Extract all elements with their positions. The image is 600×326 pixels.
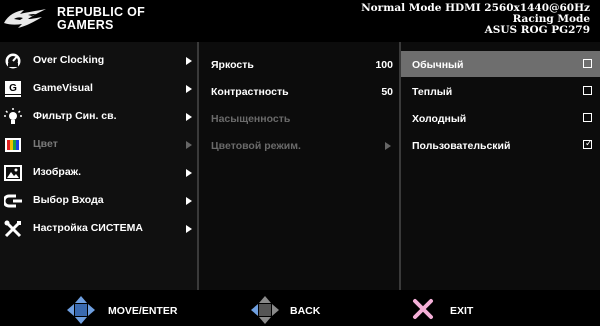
menu-item-label: GameVisual xyxy=(33,82,93,94)
menu-item-label: Over Clocking xyxy=(33,54,105,66)
menu-item-color[interactable]: Цвет xyxy=(0,131,197,159)
exit-label: EXIT xyxy=(450,305,474,317)
checkbox-checked[interactable]: ✓ xyxy=(583,138,593,149)
option-label: Холодный xyxy=(412,113,467,125)
check-icon: ✓ xyxy=(585,138,593,148)
move-enter-button[interactable]: MOVE/ENTER xyxy=(66,292,186,326)
chevron-right-icon xyxy=(186,113,192,121)
option-user[interactable]: Пользовательский ✓ xyxy=(401,132,600,158)
menu-item-input-select[interactable]: Выбор Входа xyxy=(0,187,197,215)
chevron-right-icon xyxy=(186,225,192,233)
chevron-right-icon xyxy=(186,85,192,93)
chevron-right-icon xyxy=(385,142,391,150)
osd-footer: MOVE/ENTER BACK EXIT xyxy=(0,292,600,326)
back-button[interactable]: BACK xyxy=(250,292,340,326)
menu-item-system-setup[interactable]: Настройка СИСТЕМА xyxy=(0,215,197,243)
exit-button[interactable]: EXIT xyxy=(412,292,492,326)
submenu-item-saturation[interactable]: Насыщенность xyxy=(199,105,399,131)
menu-item-label: Изображ. xyxy=(33,166,82,178)
input-icon xyxy=(4,194,22,208)
option-cool[interactable]: Холодный xyxy=(401,105,600,131)
chevron-right-icon xyxy=(186,197,192,205)
dpad-icon xyxy=(67,296,95,324)
chevron-right-icon xyxy=(186,141,192,149)
back-label: BACK xyxy=(290,305,321,317)
submenu-item-label: Цветовой режим. xyxy=(211,140,301,152)
chevron-right-icon xyxy=(186,57,192,65)
submenu-item-contrast[interactable]: Контрастность 50 xyxy=(199,78,399,104)
chevron-right-icon xyxy=(186,169,192,177)
status-line3: ASUS ROG PG279 xyxy=(484,24,590,36)
option-normal[interactable]: Обычный xyxy=(401,51,600,77)
submenu-item-value: 100 xyxy=(375,59,393,71)
submenu-item-label: Насыщенность xyxy=(211,113,291,125)
checkbox[interactable] xyxy=(583,86,592,95)
brand-name: REPUBLIC OF GAMERS xyxy=(57,6,145,32)
rog-logo-icon xyxy=(4,9,46,28)
option-label: Теплый xyxy=(412,86,453,98)
submenu-item-label: Яркость xyxy=(211,59,254,71)
checkbox[interactable] xyxy=(583,59,592,68)
menu-item-gamevisual[interactable]: G GameVisual xyxy=(0,75,197,103)
svg-text:G: G xyxy=(9,83,17,94)
options-panel: Обычный Теплый Холодный Пользовательский… xyxy=(401,42,600,290)
menu-item-label: Цвет xyxy=(33,138,58,150)
osd-header: REPUBLIC OF GAMERS Normal Mode HDMI 2560… xyxy=(0,0,600,38)
submenu-item-brightness[interactable]: Яркость 100 xyxy=(199,51,399,77)
menu-item-label: Настройка СИСТЕМА xyxy=(33,222,143,234)
menu-item-label: Выбор Входа xyxy=(33,194,104,206)
dpad-icon xyxy=(251,296,279,324)
color-icon xyxy=(5,138,21,152)
menu-item-label: Фильтр Син. св. xyxy=(33,110,117,122)
blue-light-icon xyxy=(4,108,22,124)
tools-icon xyxy=(4,220,22,238)
speedometer-icon xyxy=(5,53,21,69)
move-enter-label: MOVE/ENTER xyxy=(108,305,178,317)
option-warm[interactable]: Теплый xyxy=(401,78,600,104)
main-menu-panel: Over Clocking G GameVisual Фильтр Син. с… xyxy=(0,42,199,290)
option-label: Обычный xyxy=(412,59,464,71)
gamevisual-icon: G xyxy=(5,81,21,97)
menu-item-image[interactable]: Изображ. xyxy=(0,159,197,187)
image-icon xyxy=(4,165,22,181)
submenu-item-value: 50 xyxy=(381,86,393,98)
brand-line2: GAMERS xyxy=(57,18,114,32)
menu-item-blue-light-filter[interactable]: Фильтр Син. св. xyxy=(0,103,197,131)
mode-status: Normal Mode HDMI 2560x1440@60Hz Racing M… xyxy=(361,3,590,36)
checkbox[interactable] xyxy=(583,113,592,122)
submenu-item-label: Контрастность xyxy=(211,86,289,98)
menu-item-overclocking[interactable]: Over Clocking xyxy=(0,47,197,75)
submenu-panel: Яркость 100 Контрастность 50 Насыщенност… xyxy=(199,42,401,290)
option-label: Пользовательский xyxy=(412,140,511,152)
submenu-item-color-mode[interactable]: Цветовой режим. xyxy=(199,132,399,158)
close-icon xyxy=(413,299,433,319)
